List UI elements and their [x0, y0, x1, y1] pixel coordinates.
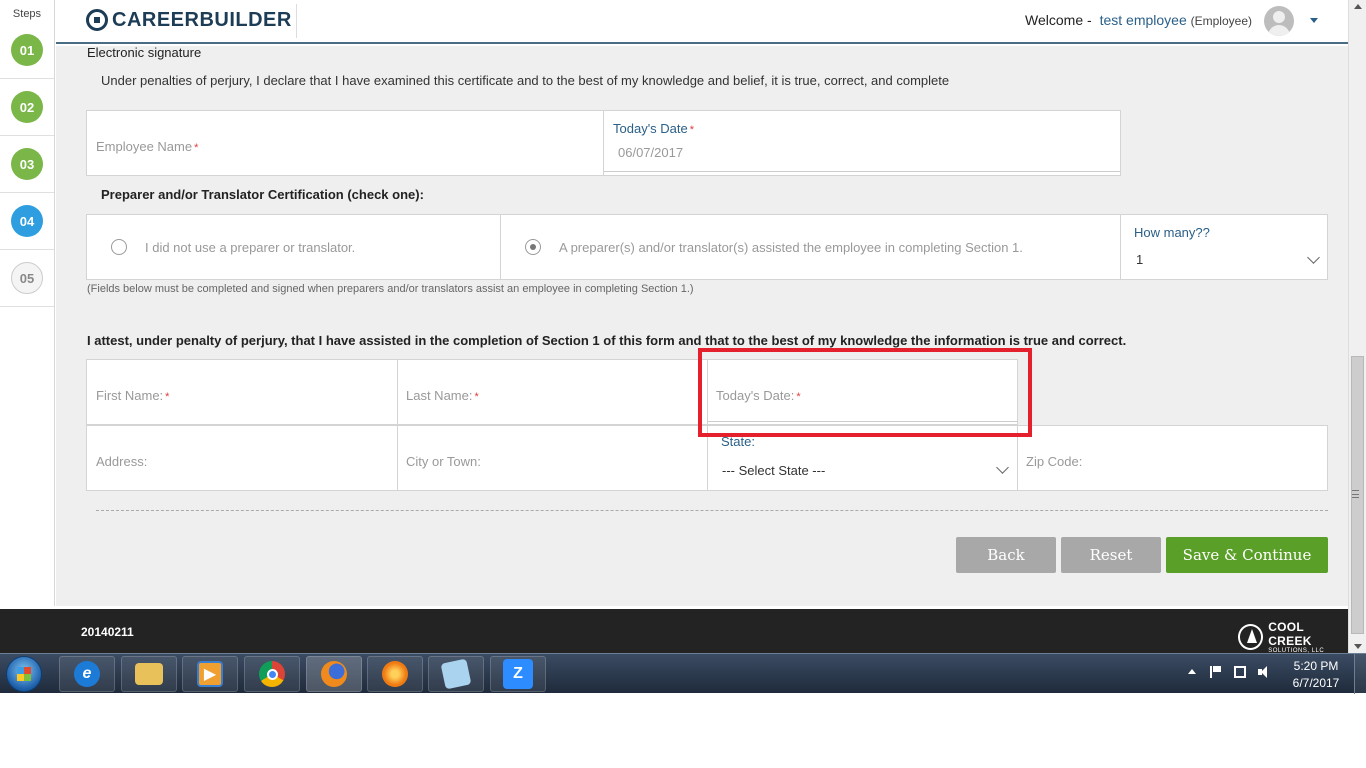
preparer-heading: Preparer and/or Translator Certification…	[101, 187, 424, 202]
step-01-badge[interactable]: 01	[11, 34, 43, 66]
zoom-icon: Z	[503, 659, 533, 689]
attest-text: I attest, under penalty of perjury, that…	[87, 333, 1127, 348]
todays-date-field[interactable]: Today's Date * 06/07/2017	[603, 110, 1121, 176]
clock-time: 5:20 PM	[1293, 659, 1339, 673]
radio-preparer[interactable]	[525, 239, 541, 255]
careerbuilder-logo[interactable]: CAREERBUILDER	[86, 8, 292, 32]
back-button[interactable]: Back	[956, 537, 1056, 573]
taskbar-notepad[interactable]	[428, 656, 484, 692]
chevron-down-icon	[1307, 251, 1320, 264]
media-player-icon: ▶	[197, 661, 223, 687]
radio-no-preparer[interactable]	[111, 239, 127, 255]
vertical-scrollbar[interactable]	[1348, 0, 1366, 653]
step-03[interactable]: 03	[0, 136, 54, 193]
step-02[interactable]: 02	[0, 79, 54, 136]
user-avatar-icon[interactable]	[1264, 6, 1294, 36]
state-value: --- Select State ---	[722, 463, 826, 478]
declaration-text: Under penalties of perjury, I declare th…	[101, 73, 950, 88]
reset-button[interactable]: Reset	[1061, 537, 1161, 573]
step-02-badge[interactable]: 02	[11, 91, 43, 123]
user-menu-caret-icon[interactable]	[1310, 18, 1318, 23]
how-many-label: How many??	[1134, 225, 1210, 240]
step-03-badge[interactable]: 03	[11, 148, 43, 180]
step-04-badge[interactable]: 04	[11, 205, 43, 237]
windows-taskbar: e ▶ Z 5:20 PM 6/7/2017	[0, 653, 1366, 694]
system-tray	[1184, 666, 1274, 682]
user-role: (Employee)	[1190, 14, 1252, 28]
header-divider	[296, 4, 297, 38]
page-footer: 20140211 COOL CREEK SOLUTIONS, LLC	[0, 609, 1348, 654]
action-center-flag-icon[interactable]	[1210, 666, 1222, 678]
chevron-down-icon	[996, 461, 1009, 474]
zip-code-field[interactable]: Zip Code:	[1017, 425, 1328, 491]
logo-text: CAREERBUILDER	[112, 8, 292, 31]
taskbar-media-player[interactable]: ▶	[182, 656, 238, 692]
taskbar-clock[interactable]: 5:20 PM 6/7/2017	[1284, 658, 1348, 692]
how-many-value: 1	[1136, 252, 1144, 267]
cool-creek-logo: COOL CREEK SOLUTIONS, LLC	[1238, 620, 1348, 654]
start-button-icon[interactable]	[6, 656, 42, 692]
section-divider	[96, 510, 1328, 511]
how-many-select[interactable]: How many?? 1	[1120, 214, 1328, 280]
highlight-box	[698, 348, 1032, 437]
step-04[interactable]: 04	[0, 193, 54, 250]
step-01[interactable]: 01	[0, 22, 54, 79]
todays-date-label: Today's Date *	[613, 121, 695, 136]
option-no-preparer[interactable]: I did not use a preparer or translator.	[86, 214, 501, 280]
city-field[interactable]: City or Town:	[397, 425, 708, 491]
taskbar-zoom[interactable]: Z	[490, 656, 546, 692]
date-underline	[604, 171, 1120, 172]
network-icon[interactable]	[1234, 666, 1246, 678]
esig-heading: Electronic signature	[87, 45, 202, 60]
taskbar-orange-app[interactable]	[367, 656, 423, 692]
clock-date: 6/7/2017	[1292, 676, 1340, 690]
build-number: 20140211	[81, 625, 134, 639]
top-header: CAREERBUILDER Welcome - test employee (E…	[56, 0, 1348, 44]
fields-note: (Fields below must be completed and sign…	[87, 283, 694, 295]
cool-creek-name: COOL CREEK	[1268, 620, 1312, 648]
user-name-link[interactable]: test employee	[1100, 12, 1187, 28]
taskbar-firefox[interactable]	[306, 656, 362, 692]
welcome-text: Welcome - test employee (Employee)	[1025, 12, 1252, 28]
folder-icon	[135, 663, 163, 685]
tree-icon	[1238, 624, 1264, 650]
show-desktop-button[interactable]	[1354, 654, 1366, 694]
scroll-grip-icon	[1352, 490, 1359, 498]
step-05-badge[interactable]: 05	[11, 262, 43, 294]
zip-code-placeholder: Zip Code:	[1026, 454, 1083, 469]
taskbar-chrome[interactable]	[244, 656, 300, 692]
option-no-preparer-label: I did not use a preparer or translator.	[145, 240, 356, 255]
taskbar-internet-explorer[interactable]: e	[59, 656, 115, 692]
flame-icon	[382, 661, 408, 687]
option-preparer-label: A preparer(s) and/or translator(s) assis…	[559, 240, 1023, 255]
scroll-down-arrow-icon[interactable]	[1354, 644, 1362, 649]
option-preparer[interactable]: A preparer(s) and/or translator(s) assis…	[500, 214, 1121, 280]
firefox-icon	[321, 661, 347, 687]
address-placeholder: Address:	[96, 454, 148, 469]
notepad-icon	[440, 658, 472, 690]
employee-name-field[interactable]: Employee Name *	[86, 110, 604, 176]
taskbar-file-explorer[interactable]	[121, 656, 177, 692]
save-continue-button[interactable]: Save & Continue	[1166, 537, 1328, 573]
first-name-field[interactable]: First Name: *	[86, 359, 398, 425]
employee-name-placeholder: Employee Name *	[96, 139, 199, 154]
last-name-placeholder: Last Name: *	[406, 388, 479, 403]
steps-sidebar: Steps 01 02 03 04 05	[0, 0, 55, 606]
scroll-up-arrow-icon[interactable]	[1354, 4, 1362, 9]
city-placeholder: City or Town:	[406, 454, 481, 469]
todays-date-value: 06/07/2017	[618, 145, 684, 160]
steps-title: Steps	[12, 8, 42, 20]
last-name-field[interactable]: Last Name: *	[397, 359, 708, 425]
chrome-icon	[259, 661, 285, 687]
address-field[interactable]: Address:	[86, 425, 398, 491]
volume-icon[interactable]	[1258, 666, 1270, 678]
careerbuilder-logo-icon	[86, 9, 108, 31]
cool-creek-text: COOL CREEK SOLUTIONS, LLC	[1268, 620, 1348, 654]
step-05[interactable]: 05	[0, 250, 54, 307]
welcome-prefix: Welcome -	[1025, 12, 1092, 28]
first-name-placeholder: First Name: *	[96, 388, 170, 403]
internet-explorer-icon: e	[74, 661, 100, 687]
show-hidden-icons-icon[interactable]	[1188, 669, 1196, 674]
main-content: Electronic signature Under penalties of …	[56, 45, 1348, 606]
